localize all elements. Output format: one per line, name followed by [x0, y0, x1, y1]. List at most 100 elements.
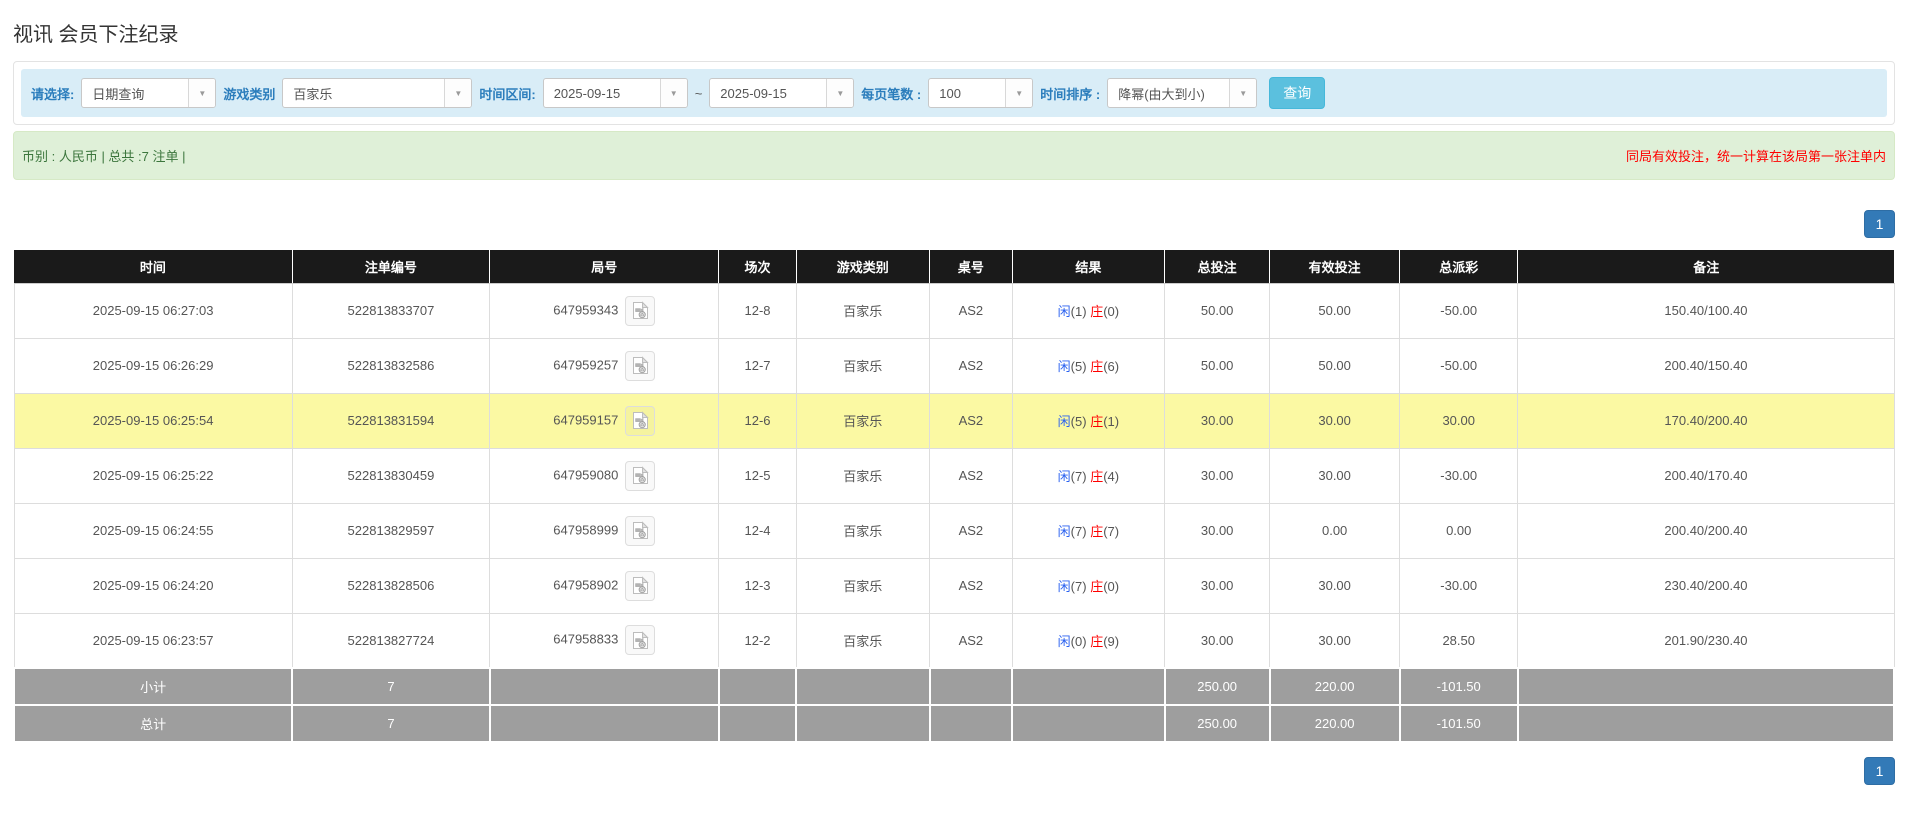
remark-cell: 150.40/100.40 [1517, 283, 1895, 339]
sort-order-select[interactable]: 降幂(由大到小) ▼ [1107, 78, 1258, 108]
game-type-cell: 百家乐 [796, 448, 931, 504]
total-bet-cell: 30.00 [1164, 503, 1271, 559]
result-banker-score: (0) [1103, 579, 1120, 594]
summary-empty-cell [1516, 704, 1896, 743]
session-cell: 12-5 [718, 448, 797, 504]
result-banker-label: 庄 [1090, 304, 1104, 319]
video-replay-button[interactable] [625, 570, 656, 601]
table-row: 2025-09-15 06:25:54 522813831594 647959157… [13, 393, 1895, 449]
summary-empty-cell [795, 704, 931, 743]
date-to-select[interactable]: 2025-09-15 ▼ [709, 78, 855, 108]
game-type-select[interactable]: 百家乐 ▼ [282, 78, 473, 108]
payout-cell: -50.00 [1399, 283, 1519, 339]
game-type-cell: 百家乐 [796, 613, 931, 669]
round-id: 647958902 [553, 576, 619, 592]
bet-id-cell: 522813831594 [292, 393, 491, 449]
table-row: 2025-09-15 06:26:29 522813832586 647959257… [13, 338, 1895, 394]
game-type-cell: 百家乐 [796, 503, 931, 559]
result-banker-label: 庄 [1090, 414, 1104, 429]
result-player-label: 闲 [1057, 414, 1071, 429]
result-banker-score: (4) [1103, 469, 1120, 484]
table-no-cell: AS2 [929, 393, 1013, 449]
chevron-down-icon: ▼ [826, 79, 854, 107]
round-id: 647959343 [553, 301, 619, 317]
session-cell: 12-7 [718, 338, 797, 394]
result-banker-score: (1) [1103, 414, 1120, 429]
page-button-1[interactable]: 1 [1864, 210, 1895, 238]
query-type-select[interactable]: 日期查询 ▼ [81, 78, 217, 108]
valid-bet-cell: 50.00 [1269, 338, 1400, 394]
result-banker-score: (6) [1103, 359, 1120, 374]
video-replay-icon [632, 631, 649, 649]
video-replay-icon [632, 301, 649, 319]
table-no-cell: AS2 [929, 558, 1013, 614]
video-replay-icon [632, 356, 649, 374]
round-id-cell: 647959080 [489, 448, 720, 504]
video-replay-button[interactable] [625, 350, 656, 381]
video-replay-button[interactable] [625, 295, 656, 326]
bet-time-cell: 2025-09-15 06:24:55 [13, 503, 293, 559]
chevron-down-icon: ▼ [188, 79, 216, 107]
column-header: 场次 [718, 250, 797, 284]
video-replay-button[interactable] [625, 405, 656, 436]
video-replay-button[interactable] [625, 625, 656, 656]
summary-total-bet-cell: 250.00 [1163, 704, 1271, 743]
bet-time-cell: 2025-09-15 06:26:29 [13, 338, 293, 394]
bet-id-cell: 522813828506 [292, 558, 491, 614]
summary-payout-cell: -101.50 [1398, 667, 1519, 706]
bet-time-cell: 2025-09-15 06:25:54 [13, 393, 293, 449]
summary-empty-cell [928, 704, 1014, 743]
sort-order-value: 降幂(由大到小) [1118, 86, 1205, 102]
bet-id-cell: 522813827724 [292, 613, 491, 669]
search-button[interactable]: 查询 [1269, 77, 1326, 109]
round-id: 647958833 [553, 631, 619, 647]
total-bet-cell: 30.00 [1164, 448, 1271, 504]
column-header: 局号 [489, 250, 720, 284]
date-range-label: 时间区间: [479, 86, 536, 102]
table-row: 2025-09-15 06:27:03 522813833707 647959343… [13, 283, 1895, 339]
valid-bet-cell: 30.00 [1269, 448, 1400, 504]
session-cell: 12-6 [718, 393, 797, 449]
video-replay-button[interactable] [625, 460, 656, 491]
remark-cell: 230.40/200.40 [1517, 558, 1895, 614]
result-player-score: (7) [1070, 579, 1087, 594]
page-size-select[interactable]: 100 ▼ [928, 78, 1034, 108]
result-player-score: (5) [1070, 414, 1087, 429]
summary-empty-cell [1011, 667, 1166, 706]
page-size-label: 每页笔数 : [861, 86, 922, 102]
column-header: 总投注 [1164, 250, 1271, 284]
summary-empty-cell [717, 704, 798, 743]
bet-time-cell: 2025-09-15 06:27:03 [13, 283, 293, 339]
total-bet-cell: 50.00 [1164, 338, 1271, 394]
round-id-cell: 647959257 [489, 338, 720, 394]
summary-label-cell: 小计 [12, 667, 294, 706]
video-replay-button[interactable] [625, 515, 656, 546]
chevron-down-icon: ▼ [1229, 79, 1257, 107]
table-no-cell: AS2 [929, 613, 1013, 669]
summary-empty-cell [488, 704, 720, 743]
date-from-select[interactable]: 2025-09-15 ▼ [542, 78, 688, 108]
game-type-cell: 百家乐 [796, 393, 931, 449]
result-cell: 闲(1) 庄(0) [1012, 283, 1166, 339]
result-banker-label: 庄 [1090, 633, 1104, 649]
game-type-cell: 百家乐 [796, 558, 931, 614]
video-replay-icon [632, 466, 649, 484]
table-header-row: 时间 注单编号 局号 场次 游戏类别 桌号 结果 总投注 有效投注 总派彩 备注 [14, 250, 1894, 284]
summary-empty-cell [1011, 704, 1166, 743]
table-no-cell: AS2 [929, 283, 1013, 339]
valid-bet-cell: 50.00 [1269, 283, 1400, 339]
summary-empty-cell [1516, 667, 1896, 706]
valid-bet-cell: 30.00 [1269, 613, 1400, 669]
bet-id-cell: 522813833707 [292, 283, 491, 339]
round-id: 647958999 [553, 521, 619, 537]
result-cell: 闲(0) 庄(9) [1012, 613, 1166, 669]
session-cell: 12-3 [718, 558, 797, 614]
table-row: 2025-09-15 06:23:57 522813827724 647958833… [13, 613, 1895, 669]
round-id-cell: 647959343 [489, 283, 720, 339]
round-id-cell: 647958999 [489, 503, 720, 559]
summary-count-cell: 7 [291, 704, 491, 743]
query-type-label: 请选择: [31, 86, 75, 102]
page-button-1[interactable]: 1 [1864, 757, 1895, 785]
session-cell: 12-8 [718, 283, 797, 339]
result-player-score: (7) [1070, 524, 1087, 539]
